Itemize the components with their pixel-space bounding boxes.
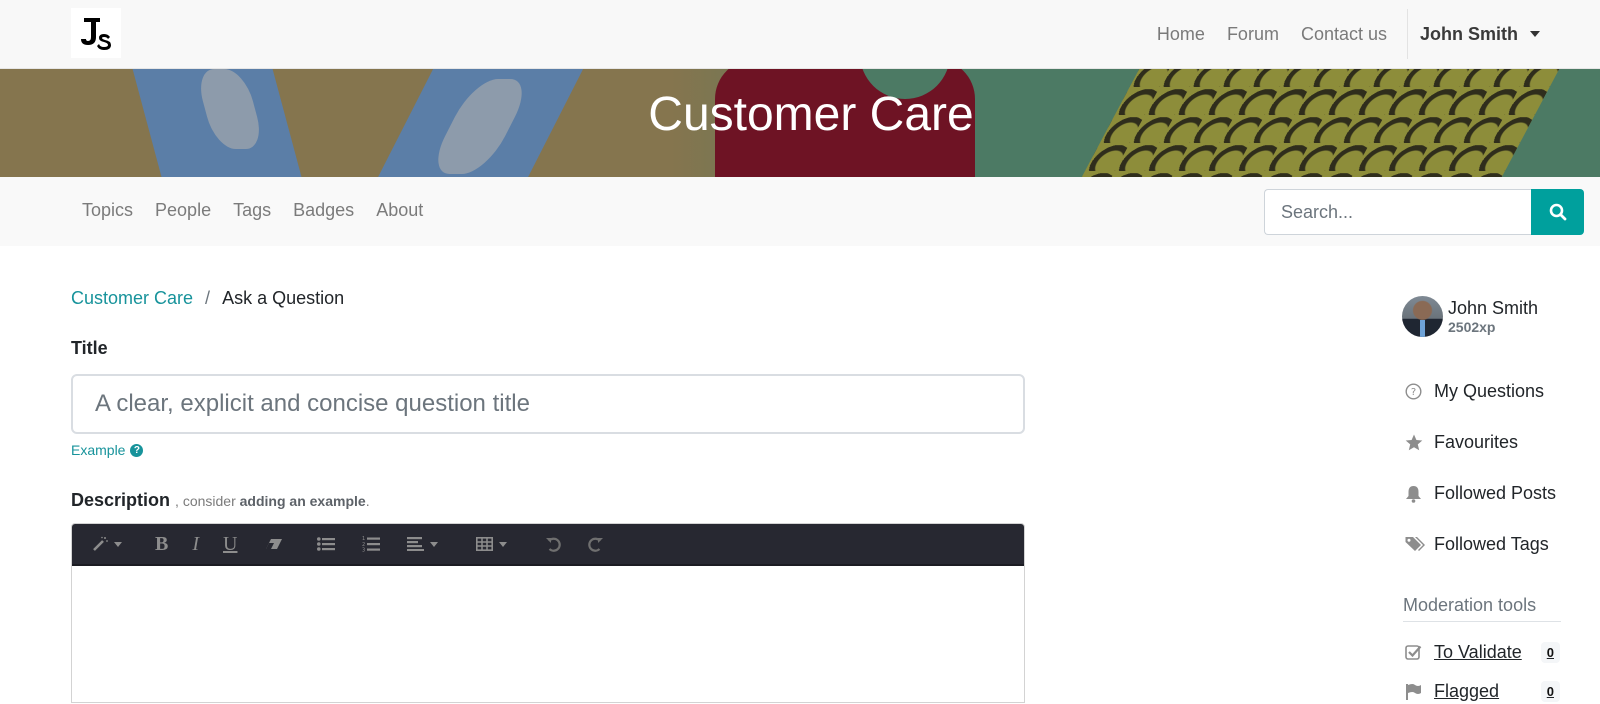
sidebar-item-label: Followed Posts (1434, 483, 1557, 503)
example-link[interactable]: Example ? (71, 442, 144, 458)
sidebar-user[interactable]: John Smith 2502xp (1402, 296, 1538, 337)
magic-wand-icon (93, 536, 108, 551)
caret-down-icon (499, 541, 508, 547)
editor-content-area[interactable] (72, 566, 1024, 704)
bell-icon (1406, 485, 1421, 503)
forum-nav-badges[interactable]: Badges (293, 200, 354, 221)
user-dropdown-label: John Smith (1420, 23, 1518, 44)
undo-button[interactable] (545, 529, 562, 559)
moderation-tools-title: Moderation tools (1403, 595, 1561, 622)
bold-button[interactable]: B (155, 529, 168, 559)
title-input[interactable] (71, 374, 1025, 434)
forum-subnav: Topics People Tags Badges About (0, 177, 1600, 246)
svg-text:3: 3 (362, 548, 365, 553)
user-dropdown[interactable]: John Smith (1420, 24, 1540, 45)
sidebar-item-favourites[interactable]: Favourites (1405, 417, 1556, 468)
sidebar-item-followed-tags[interactable]: Followed Tags (1405, 519, 1556, 570)
sidebar-item-followed-posts[interactable]: Followed Posts (1405, 468, 1556, 519)
top-nav: Home Forum Contact us John Smith (1157, 0, 1600, 68)
ordered-list-icon: 1 2 3 (362, 536, 381, 553)
unordered-list-icon (317, 537, 336, 551)
table-icon (476, 537, 494, 551)
nav-forum[interactable]: Forum (1227, 24, 1279, 45)
breadcrumb-current: Ask a Question (222, 288, 345, 308)
nav-contact-us[interactable]: Contact us (1301, 24, 1387, 45)
editor-toolbar: B I U 1 2 3 (72, 524, 1024, 566)
redo-icon (588, 537, 604, 552)
sidebar-user-name: John Smith (1448, 298, 1539, 318)
hint-suffix: . (365, 493, 370, 509)
site-logo[interactable] (71, 8, 121, 58)
search-icon (1549, 203, 1566, 221)
bold-icon: B (155, 532, 169, 555)
table-button[interactable] (476, 529, 508, 559)
sidebar-item-my-questions[interactable]: ? My Questions (1405, 366, 1556, 417)
forum-nav-tags[interactable]: Tags (233, 200, 271, 221)
undo-icon (546, 537, 562, 552)
sidebar-user-info: John Smith 2502xp (1448, 298, 1538, 335)
paragraph-button[interactable] (407, 529, 439, 559)
hint-bold: adding an example (239, 493, 366, 509)
logo-icon (81, 18, 111, 50)
moderation-item-label: To Validate (1434, 642, 1522, 662)
top-navbar: Home Forum Contact us John Smith (0, 0, 1600, 69)
search-button[interactable] (1531, 189, 1584, 235)
caret-down-icon (430, 541, 439, 547)
search-form (1264, 189, 1584, 235)
star-icon (1405, 434, 1423, 451)
breadcrumb: Customer Care / Ask a Question (71, 288, 344, 309)
svg-text:?: ? (1411, 387, 1416, 398)
style-button[interactable] (92, 529, 122, 559)
forum-links: Topics People Tags Badges About (82, 200, 445, 221)
italic-icon: I (192, 532, 200, 555)
italic-button[interactable]: I (192, 529, 199, 559)
title-label: Title (71, 338, 108, 358)
forum-title: Customer Care (648, 88, 974, 141)
question-circle-icon: ? (1405, 383, 1422, 400)
nav-divider (1407, 9, 1408, 59)
moderation-item-to-validate[interactable]: To Validate 0 (1405, 642, 1560, 663)
sidebar-user-xp: 2502xp (1448, 319, 1496, 335)
breadcrumb-separator: / (205, 288, 211, 308)
forum-nav-topics[interactable]: Topics (82, 200, 133, 221)
sidebar-menu: ? My Questions Favourites Followed Posts (1405, 366, 1556, 570)
clear-format-button[interactable] (265, 529, 283, 559)
sidebar-item-label: Favourites (1434, 432, 1519, 452)
check-square-icon (1405, 645, 1422, 660)
nav-home[interactable]: Home (1157, 24, 1205, 45)
tags-icon (1405, 537, 1425, 551)
redo-button[interactable] (587, 529, 604, 559)
forum-nav-about[interactable]: About (376, 200, 423, 221)
description-label: Description , consider adding an example… (71, 490, 370, 511)
example-link-label: Example (71, 442, 126, 458)
search-input[interactable] (1264, 189, 1531, 235)
sidebar-item-label: My Questions (1434, 381, 1545, 401)
ordered-list-button[interactable]: 1 2 3 (362, 529, 381, 559)
description-label-text: Description (71, 490, 171, 510)
hint-prefix: , consider (175, 493, 240, 509)
description-hint: , consider adding an example. (175, 493, 370, 509)
sidebar-item-label: Followed Tags (1434, 534, 1549, 554)
underline-icon: U (223, 532, 238, 555)
avatar (1402, 296, 1443, 337)
align-left-icon (407, 537, 425, 551)
forum-banner: Customer Care (0, 69, 1600, 177)
question-circle-icon: ? (130, 443, 144, 457)
forum-nav-people[interactable]: People (155, 200, 211, 221)
eraser-icon (266, 539, 283, 549)
underline-button[interactable]: U (223, 529, 237, 559)
caret-down-icon (114, 541, 122, 547)
description-editor: B I U 1 2 3 (71, 523, 1025, 703)
count-badge: 0 (1540, 642, 1560, 663)
unordered-list-button[interactable] (317, 529, 336, 559)
breadcrumb-parent[interactable]: Customer Care (71, 288, 193, 309)
caret-down-icon (1530, 31, 1540, 37)
